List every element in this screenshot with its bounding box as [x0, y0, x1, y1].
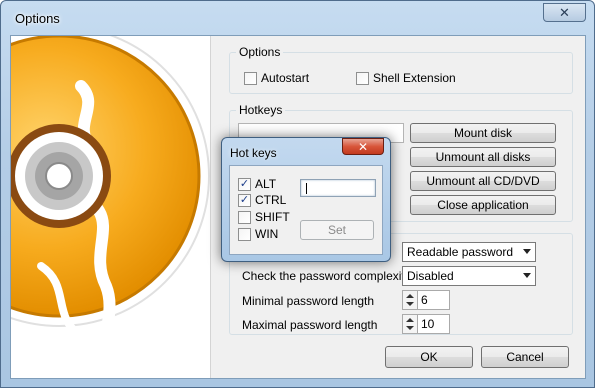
autostart-checkbox-box[interactable]: [244, 71, 257, 85]
complexity-label: Check the password complexity: [242, 269, 411, 283]
max-length-stepper[interactable]: 10: [402, 314, 450, 334]
hotkeys-group-label: Hotkeys: [236, 103, 286, 117]
min-length-arrows[interactable]: [402, 290, 418, 310]
password-mode-value: Readable password: [407, 245, 514, 259]
max-length-label: Maximal password length: [242, 318, 378, 332]
autostart-label: Autostart: [261, 71, 310, 85]
complexity-select[interactable]: Disabled: [402, 266, 536, 286]
cancel-button[interactable]: Cancel: [481, 346, 569, 368]
complexity-value: Disabled: [407, 269, 454, 283]
shift-label: SHIFT: [255, 210, 290, 224]
ctrl-label: CTRL: [255, 193, 287, 207]
hotkeys-dialog-title: Hot keys: [230, 146, 277, 160]
password-mode-select[interactable]: Readable password: [402, 242, 536, 262]
max-length-value[interactable]: 10: [418, 314, 450, 334]
disc-artwork: [11, 36, 211, 378]
win-checkbox[interactable]: WIN: [238, 227, 278, 241]
shell-extension-checkbox-box[interactable]: [356, 71, 369, 85]
options-window: Options ✕ Options Autostart Shell Extens…: [0, 0, 595, 388]
options-group-label: Options: [236, 45, 284, 59]
arrow-up-icon[interactable]: [406, 318, 414, 322]
autostart-checkbox[interactable]: Autostart: [244, 71, 309, 85]
window-close-button[interactable]: ✕: [543, 3, 586, 22]
arrow-down-icon[interactable]: [406, 326, 414, 330]
unmount-all-cd-button[interactable]: Unmount all CD/DVD: [410, 171, 556, 191]
hotkey-key-input[interactable]: [300, 179, 376, 197]
shell-extension-checkbox[interactable]: Shell Extension: [356, 71, 456, 85]
options-groupbox: Options Autostart Shell Extension: [229, 45, 573, 94]
hotkeys-dialog-close-button[interactable]: ✕: [342, 138, 384, 155]
set-button[interactable]: Set: [300, 220, 374, 240]
hotkeys-dialog: Hot keys ✕ ✓ ALT ✓ CTRL SHIFT WIN Set: [221, 137, 391, 262]
chevron-down-icon: [523, 249, 531, 254]
arrow-down-icon[interactable]: [406, 302, 414, 306]
alt-checkbox[interactable]: ✓ ALT: [238, 177, 276, 191]
alt-checkbox-box[interactable]: ✓: [238, 177, 251, 191]
max-length-arrows[interactable]: [402, 314, 418, 334]
min-length-stepper[interactable]: 6: [402, 290, 450, 310]
text-caret: [306, 183, 307, 194]
hotkeys-dialog-client: ✓ ALT ✓ CTRL SHIFT WIN Set: [229, 165, 383, 255]
close-icon: ✕: [357, 139, 369, 154]
min-length-value[interactable]: 6: [418, 290, 450, 310]
shift-checkbox[interactable]: SHIFT: [238, 210, 290, 224]
shift-checkbox-box[interactable]: [238, 210, 251, 224]
disc-logo-icon: [11, 36, 210, 362]
window-title: Options: [15, 11, 60, 26]
mount-disk-button[interactable]: Mount disk: [410, 123, 556, 143]
win-label: WIN: [255, 227, 279, 241]
min-length-label: Minimal password length: [242, 294, 375, 308]
ok-button[interactable]: OK: [385, 346, 473, 368]
shell-extension-label: Shell Extension: [373, 71, 456, 85]
close-icon: ✕: [559, 4, 570, 20]
win-checkbox-box[interactable]: [238, 227, 251, 241]
close-application-button[interactable]: Close application: [410, 195, 556, 215]
chevron-down-icon: [523, 273, 531, 278]
unmount-all-disks-button[interactable]: Unmount all disks: [410, 147, 556, 167]
arrow-up-icon[interactable]: [406, 294, 414, 298]
title-bar[interactable]: Options ✕: [1, 1, 594, 35]
ctrl-checkbox-box[interactable]: ✓: [238, 193, 251, 207]
ctrl-checkbox[interactable]: ✓ CTRL: [238, 193, 286, 207]
alt-label: ALT: [255, 177, 277, 191]
